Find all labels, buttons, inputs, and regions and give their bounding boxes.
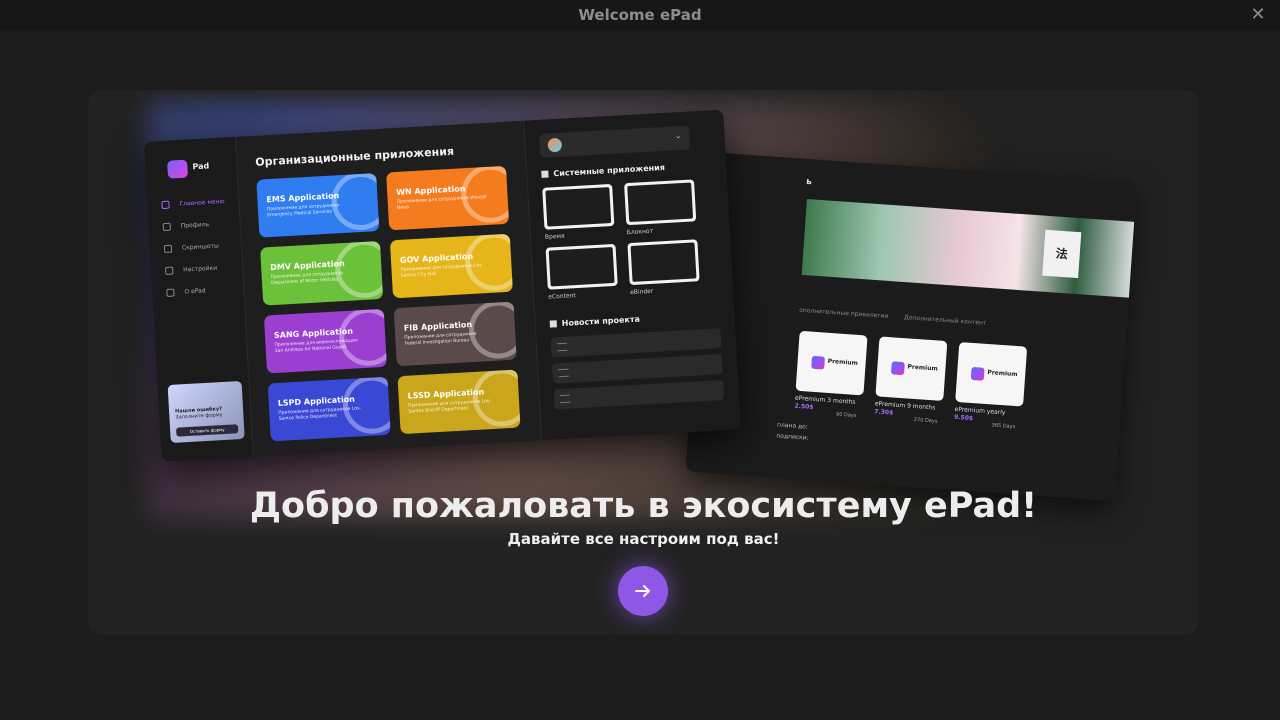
- app-name: DMV Application: [269, 258, 345, 273]
- premium-card: Premium: [875, 336, 948, 402]
- preview-apps-window: Pad Главное меню Профиль Скриншоты Настр…: [144, 109, 741, 462]
- plan-days: 90 Days: [835, 411, 857, 419]
- home-icon: [161, 200, 170, 210]
- news-item: [550, 328, 722, 358]
- app-name: WN Application: [395, 184, 466, 197]
- subscription-type: подписки:: [776, 432, 809, 442]
- system-app-notes: [624, 179, 697, 226]
- nav-label: Профиль: [180, 220, 210, 230]
- profile-banner: 法: [801, 199, 1137, 303]
- app-name: GOV Application: [399, 251, 474, 265]
- news-item: [553, 380, 725, 410]
- welcome-card: ь 法 ополнительные привилегии Дополнитель…: [88, 90, 1199, 635]
- app-card-fib: FIB Application Приложение для сотруднико…: [393, 301, 517, 367]
- system-app-econtent: [545, 243, 618, 290]
- avatar: [547, 137, 563, 153]
- epad-icon: [890, 361, 905, 376]
- nav-label: O ePad: [184, 287, 206, 296]
- app-card-sang: SANG Application Приложение для военнослу…: [263, 308, 387, 374]
- title-bar: Welcome ePad ✕: [0, 0, 1280, 31]
- close-icon[interactable]: ✕: [1248, 5, 1268, 25]
- system-app-label: eBinder: [629, 287, 654, 297]
- profile-header: ь: [805, 176, 813, 188]
- nav-label: Настройки: [183, 264, 218, 274]
- system-app-ebinder: [627, 239, 700, 286]
- bug-report-promo: Нашли ошибку? Заполните форму Оставить фо…: [167, 380, 245, 443]
- nav-label: Главное меню: [179, 198, 225, 208]
- app-card-lspd: LSPD Application Приложение для сотрудник…: [267, 376, 391, 442]
- welcome-subline: Давайте все настроим под вас!: [507, 530, 780, 548]
- premium-label: Premium: [827, 357, 859, 367]
- promo-sub: Заполните форму: [175, 412, 223, 421]
- app-card-dmv: DMV Application Приложение для сотруднико…: [260, 240, 384, 306]
- system-app-label: Время: [544, 232, 565, 241]
- arrow-right-icon: [635, 585, 650, 597]
- grid-icon: [162, 222, 171, 232]
- app-card-gov: GOV Application Приложение для сотруднико…: [389, 233, 513, 299]
- preview-sidebar: Pad Главное меню Профиль Скриншоты Настр…: [144, 136, 254, 462]
- profile-tabs: ополнительные привилегии Дополнительный …: [799, 307, 1001, 328]
- plan-price: 2.50$: [794, 402, 814, 411]
- preview-apps-panel: Организационные приложения EMS Applicati…: [236, 121, 541, 457]
- premium-label: Premium: [987, 369, 1018, 379]
- preview-system-panel: ⌄ Системные приложения Время Блокнот eCo…: [523, 109, 741, 441]
- plan-price: 9.50$: [953, 413, 974, 423]
- apps-section-title: Организационные приложения: [254, 144, 455, 169]
- epad-icon: [970, 366, 985, 381]
- subscription-info: плана до: подписки:: [776, 420, 810, 444]
- app-card-lssd: LSSD Application Приложение для сотрудник…: [397, 369, 521, 435]
- tab-content: Дополнительный контент: [903, 314, 987, 327]
- app-card-ems: EMS Application Приложение для сотруднико…: [256, 173, 380, 238]
- grid-icon: [541, 170, 549, 178]
- premium-card: Premium: [955, 341, 1028, 407]
- nav-label: Скриншоты: [181, 242, 219, 252]
- epad-icon: [811, 355, 826, 370]
- premium-card: Premium: [795, 330, 868, 396]
- window-title: Welcome ePad: [578, 6, 702, 24]
- news-label: Новости проекта: [561, 314, 641, 328]
- news-item: [552, 354, 723, 384]
- nav-item-home: Главное меню: [161, 198, 225, 210]
- plan-price: 7.30$: [874, 408, 894, 417]
- system-apps-label: Системные приложения: [553, 162, 666, 179]
- nav-item-profile: Профиль: [162, 220, 210, 232]
- app-name: EMS Application: [266, 191, 340, 205]
- banner-sign: 法: [1042, 229, 1082, 279]
- app-card-wn: WN Application Приложение для сотрудников…: [386, 165, 510, 231]
- preview-profile-window: ь 法 ополнительные привилегии Дополнитель…: [685, 152, 1137, 502]
- news-title: Новости проекта: [549, 314, 641, 329]
- system-apps-title: Системные приложения: [541, 163, 665, 179]
- tab-privileges: ополнительные привилегии: [798, 306, 889, 320]
- plan-days: 270 Days: [913, 417, 938, 425]
- nav-item-screenshots: Скриншоты: [163, 242, 219, 254]
- plan-days: 365 Days: [991, 422, 1016, 431]
- system-app-label: eContent: [548, 292, 577, 301]
- folder-icon: [163, 244, 173, 254]
- system-app-time: [542, 183, 615, 230]
- app-name: FIB Application: [403, 319, 473, 333]
- news-icon: [549, 320, 557, 328]
- premium-label: Premium: [907, 363, 938, 373]
- gear-icon: [165, 266, 174, 276]
- chevron-down-icon: ⌄: [674, 130, 682, 141]
- system-app-label: Блокнот: [626, 227, 654, 237]
- info-icon: [166, 288, 175, 297]
- next-button[interactable]: [618, 566, 668, 616]
- welcome-headline: Добро пожаловать в экосистему ePad!: [249, 486, 1038, 526]
- profile-dropdown: ⌄: [539, 125, 691, 158]
- nav-item-settings: Настройки: [165, 264, 218, 276]
- promo-title: Нашли ошибку? Заполните форму: [175, 406, 223, 421]
- nav-item-about: O ePad: [166, 287, 206, 297]
- promo-button: Оставить форму: [175, 424, 239, 437]
- logo-text: Pad: [192, 161, 210, 172]
- epad-logo-icon: [167, 159, 189, 179]
